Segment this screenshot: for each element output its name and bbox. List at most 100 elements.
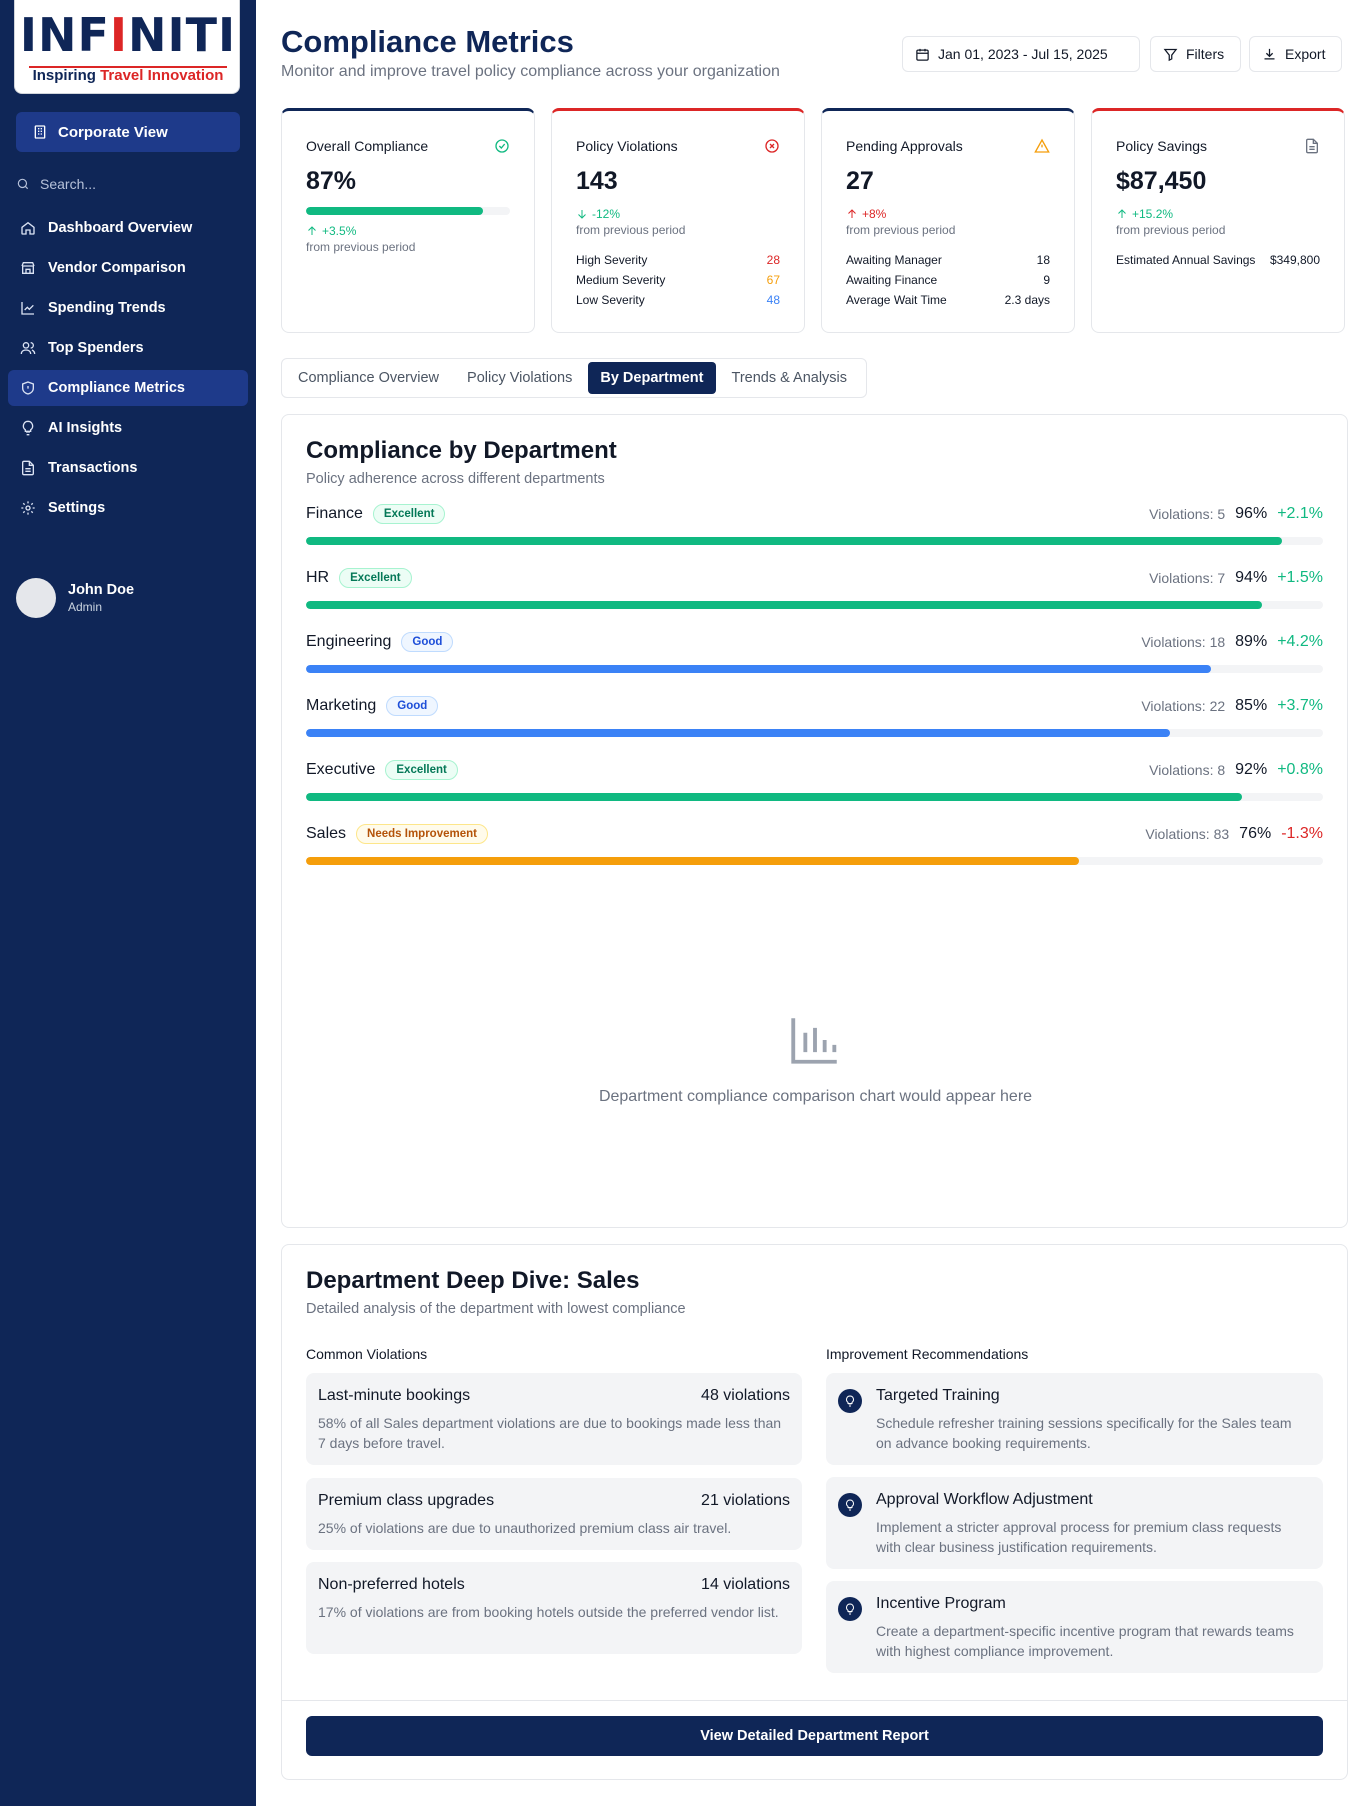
tab-by-department[interactable]: By Department xyxy=(588,362,716,394)
violation-card[interactable]: Premium class upgrades 21 violations 25%… xyxy=(306,1478,802,1550)
delta: -12% xyxy=(576,207,620,221)
violation-count: Violations: 8 xyxy=(1149,762,1226,778)
sidebar-item-dashboard-overview[interactable]: Dashboard Overview xyxy=(8,210,248,246)
department-name-group: Sales Needs Improvement xyxy=(306,823,488,845)
compliance-bar-fill xyxy=(306,665,1212,673)
chart-placeholder-text: Department compliance comparison chart w… xyxy=(598,1088,1033,1105)
delta-caption: from previous period xyxy=(1116,223,1226,237)
department-row[interactable]: Finance Excellent Violations: 5 96% +2.1% xyxy=(306,503,1323,545)
card-value: 27 xyxy=(846,167,874,195)
search-input[interactable]: Search... xyxy=(40,176,96,192)
department-name-group: Marketing Good xyxy=(306,695,439,717)
company-logo[interactable]: INFINITI Inspiring Travel Innovation xyxy=(14,0,240,94)
department-row[interactable]: HR Excellent Violations: 7 94% +1.5% xyxy=(306,567,1323,609)
recommendation-title: Targeted Training xyxy=(876,1387,1000,1404)
user-name: John Doe xyxy=(68,582,135,598)
status-badge: Needs Improvement xyxy=(356,824,488,844)
status-badge: Excellent xyxy=(372,504,446,524)
department-row[interactable]: Marketing Good Violations: 22 85% +3.7% xyxy=(306,695,1323,737)
tab-trends-analysis[interactable]: Trends & Analysis xyxy=(720,362,860,394)
violation-count: Violations: 5 xyxy=(1149,506,1226,522)
page-subtitle: Monitor and improve travel policy compli… xyxy=(281,63,780,80)
department-stats: Violations: 18 89% +4.2% xyxy=(1141,631,1323,653)
sidebar-item-top-spenders[interactable]: Top Spenders xyxy=(8,330,248,366)
status-badge: Good xyxy=(386,696,439,716)
department-name-group: HR Excellent xyxy=(306,567,412,589)
delta: +8% xyxy=(846,207,886,221)
sidebar-item-settings[interactable]: Settings xyxy=(8,490,248,526)
recommendations-heading: Improvement Recommendations xyxy=(826,1346,1029,1362)
card-title: Pending Approvals xyxy=(846,138,963,154)
lightbulb-icon xyxy=(22,420,34,436)
department-name: Engineering xyxy=(306,633,392,650)
violation-count: 48 violations xyxy=(701,1387,790,1404)
violation-title: Premium class upgrades xyxy=(318,1492,495,1509)
compliance-change: -1.3% xyxy=(1281,825,1323,842)
user-profile[interactable]: John Doe Admin xyxy=(16,578,134,618)
warning-icon xyxy=(1034,138,1050,153)
recommendation-card[interactable]: Incentive Program Create a department-sp… xyxy=(826,1581,1323,1673)
violation-title: Last-minute bookings xyxy=(318,1387,471,1404)
approval-row: Average Wait Time 2.3 days xyxy=(846,293,1050,307)
store-icon xyxy=(21,262,35,274)
avatar xyxy=(16,578,56,618)
sidebar-item-ai-insights[interactable]: AI Insights xyxy=(8,410,248,446)
sidebar-item-spending-trends[interactable]: Spending Trends xyxy=(8,290,248,326)
delta-caption: from previous period xyxy=(306,240,416,254)
sidebar-item-compliance-metrics[interactable]: Compliance Metrics xyxy=(8,370,248,406)
recommendation-card[interactable]: Approval Workflow Adjustment Implement a… xyxy=(826,1477,1323,1569)
tab-compliance-overview[interactable]: Compliance Overview xyxy=(286,362,451,394)
card-value: $87,450 xyxy=(1116,167,1207,195)
document-icon xyxy=(22,460,34,476)
status-badge: Good xyxy=(401,632,454,652)
delta-value: -12% xyxy=(592,207,621,221)
bar-chart-icon xyxy=(791,1018,837,1064)
department-row[interactable]: Executive Excellent Violations: 8 92% +0.8% xyxy=(306,759,1323,801)
compliance-bar xyxy=(306,665,1323,673)
sidebar-item-label: Compliance Metrics xyxy=(48,380,185,396)
tab-policy-violations[interactable]: Policy Violations xyxy=(455,362,584,394)
recommendation-title: Approval Workflow Adjustment xyxy=(876,1491,1093,1508)
department-name: HR xyxy=(306,569,330,586)
delta-value: +15.2% xyxy=(1132,207,1174,221)
sidebar-item-label: AI Insights xyxy=(48,420,123,436)
page-title: Compliance Metrics xyxy=(281,24,574,59)
compliance-change: +4.2% xyxy=(1277,633,1323,650)
recommendation-card[interactable]: Targeted Training Schedule refresher tra… xyxy=(826,1373,1323,1465)
corporate-view-button[interactable]: Corporate View xyxy=(16,112,240,152)
violation-count: Violations: 22 xyxy=(1141,698,1226,714)
date-range-picker[interactable]: Jan 01, 2023 - Jul 15, 2025 xyxy=(902,36,1140,72)
corporate-view-label: Corporate View xyxy=(58,123,168,141)
arrow-up-icon xyxy=(848,209,856,218)
department-name: Finance xyxy=(306,505,363,522)
compliance-change: +2.1% xyxy=(1277,505,1323,522)
view-department-report-button[interactable]: View Detailed Department Report xyxy=(306,1716,1323,1756)
compliance-percent: 76% xyxy=(1239,825,1272,842)
lightbulb-icon xyxy=(838,1597,862,1621)
compliance-change: +1.5% xyxy=(1277,569,1323,586)
export-button[interactable]: Export xyxy=(1249,36,1342,72)
sidebar-item-vendor-comparison[interactable]: Vendor Comparison xyxy=(8,250,248,286)
violation-card[interactable]: Last-minute bookings 48 violations 58% o… xyxy=(306,1373,802,1465)
violation-description: 25% of violations are due to unauthorize… xyxy=(318,1520,732,1536)
filters-button[interactable]: Filters xyxy=(1150,36,1241,72)
violation-card[interactable]: Non-preferred hotels 14 violations 17% o… xyxy=(306,1562,802,1654)
sidebar-item-label: Settings xyxy=(48,500,106,516)
compliance-percent: 94% xyxy=(1235,569,1268,586)
sidebar-search[interactable]: Search... xyxy=(16,176,96,192)
shield-icon xyxy=(22,381,34,395)
compliance-change: +0.8% xyxy=(1277,761,1323,778)
department-row[interactable]: Engineering Good Violations: 18 89% +4.2% xyxy=(306,631,1323,673)
violation-description: 17% of violations are from booking hotel… xyxy=(318,1604,779,1620)
sidebar-item-transactions[interactable]: Transactions xyxy=(8,450,248,486)
department-name-group: Finance Excellent xyxy=(306,503,446,525)
compliance-bar xyxy=(306,729,1323,737)
sidebar-item-label: Spending Trends xyxy=(48,300,166,316)
department-deep-dive-panel: Department Deep Dive: Sales Detailed ana… xyxy=(281,1244,1348,1780)
approvals-list: Awaiting Manager 18 Awaiting Finance 9 Ave… xyxy=(846,253,1050,313)
compliance-percent: 96% xyxy=(1235,505,1268,522)
department-stats: Violations: 5 96% +2.1% xyxy=(1149,503,1323,525)
department-row[interactable]: Sales Needs Improvement Violations: 83 76% -… xyxy=(306,823,1323,865)
delta: +3.5% xyxy=(306,224,356,238)
violation-count: 14 violations xyxy=(701,1576,790,1593)
